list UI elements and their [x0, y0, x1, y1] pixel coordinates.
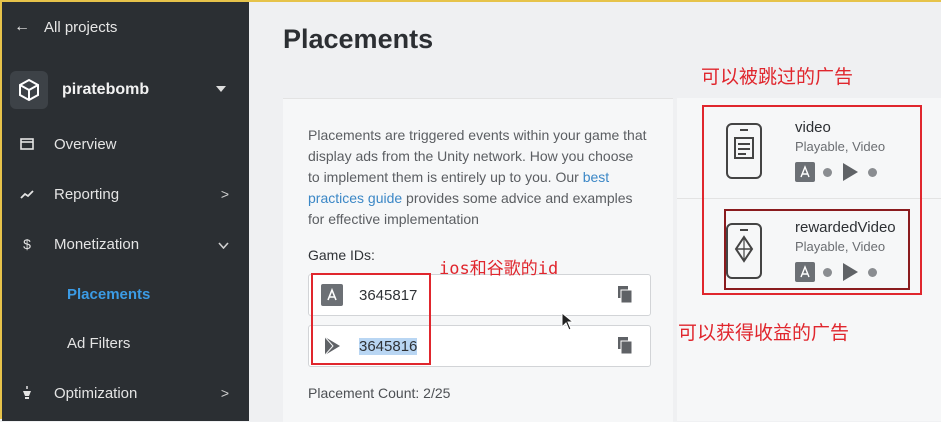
- dollar-icon: $: [23, 236, 31, 252]
- sidebar-item-placements[interactable]: Placements: [67, 286, 150, 303]
- placement-count: Placement Count: 2/25: [308, 385, 451, 401]
- project-name: piratebomb: [62, 81, 150, 98]
- bulb-icon: [17, 386, 37, 400]
- chevron-down-icon: [218, 236, 229, 252]
- sidebar-item-optimization[interactable]: Optimization >: [2, 373, 249, 413]
- sidebar-item-label: Optimization: [54, 384, 138, 402]
- annotation-rewarded: 可以获得收益的广告: [678, 322, 850, 344]
- sidebar-item-reporting[interactable]: Reporting >: [2, 174, 249, 214]
- sidebar-item-monetization[interactable]: $ Monetization: [2, 224, 249, 264]
- sidebar-item-ad-filters[interactable]: Ad Filters: [67, 335, 130, 352]
- copy-icon[interactable]: [618, 286, 633, 308]
- annotation-box-rewarded: [724, 209, 910, 290]
- copy-icon[interactable]: [618, 337, 633, 359]
- placements-description: Placements are triggered events within y…: [308, 125, 648, 230]
- sidebar: ← All projects piratebomb Overview Repor…: [2, 2, 249, 421]
- mouse-cursor-icon: [561, 312, 575, 331]
- chevron-right-icon: >: [220, 186, 229, 202]
- trending-up-icon: [17, 189, 37, 199]
- project-selector[interactable]: piratebomb: [10, 68, 242, 112]
- game-ids-label: Game IDs:: [308, 247, 375, 263]
- sidebar-item-label: Reporting: [54, 185, 120, 203]
- back-label: All projects: [44, 18, 118, 36]
- sidebar-item-label: Overview: [54, 135, 117, 153]
- arrow-left-icon: ←: [14, 18, 30, 35]
- sidebar-item-overview[interactable]: Overview: [2, 124, 249, 164]
- back-to-projects-link[interactable]: ← All projects: [14, 18, 117, 36]
- page-title: Placements: [283, 24, 434, 54]
- annotation-skippable: 可以被跳过的广告: [701, 66, 854, 88]
- overview-icon: [17, 138, 37, 150]
- caret-down-icon: [216, 86, 226, 92]
- annotation-box-game-ids: [311, 273, 431, 365]
- annotation-ids-note: ios和谷歌的id: [439, 259, 559, 279]
- sidebar-item-label: Monetization: [54, 235, 140, 253]
- chevron-right-icon: >: [220, 385, 229, 401]
- unity-logo-icon: [10, 71, 48, 109]
